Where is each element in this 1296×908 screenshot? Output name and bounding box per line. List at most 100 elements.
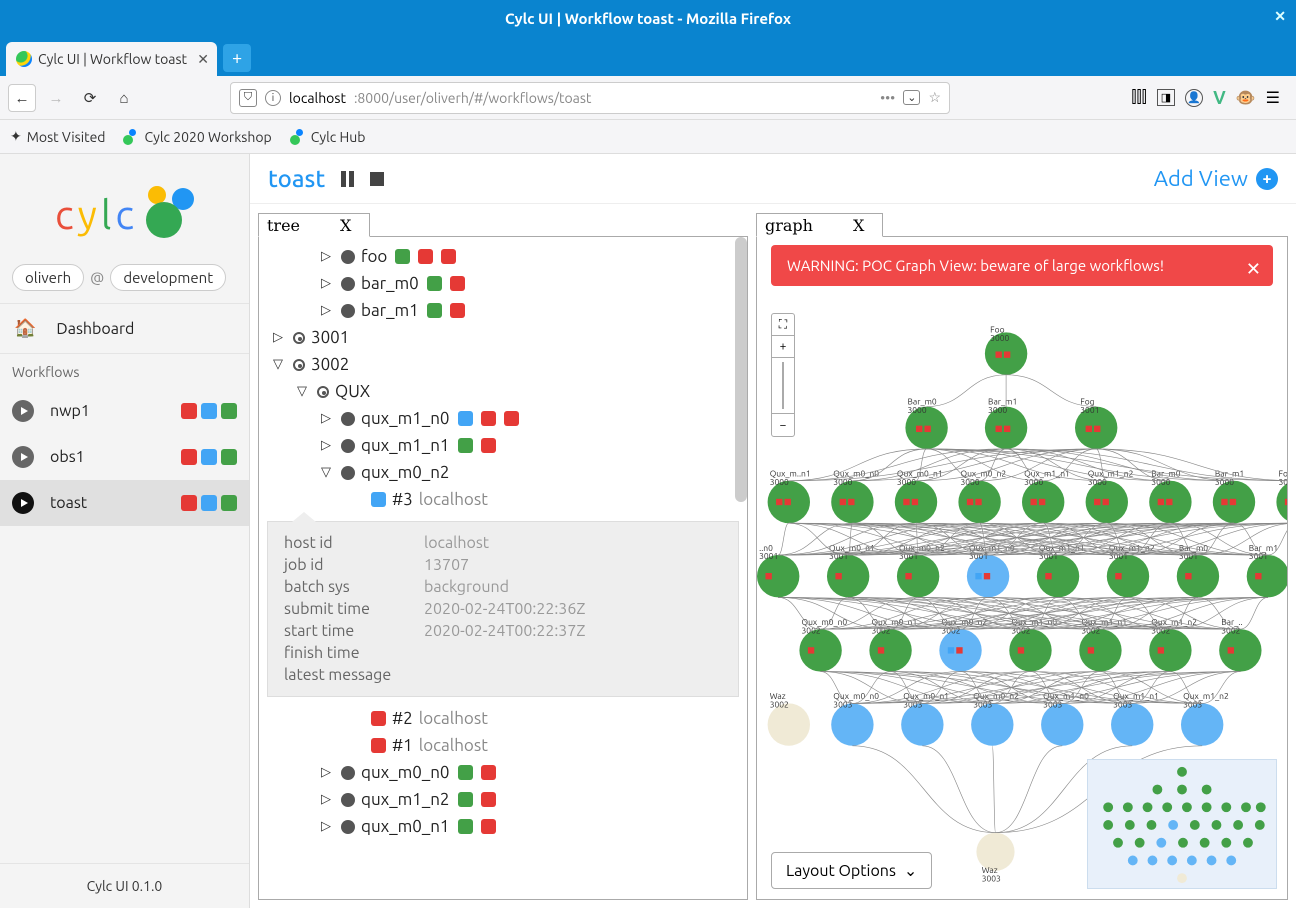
job-status-icon <box>427 276 442 291</box>
zoom-controls[interactable]: ⛶ + − <box>771 313 795 437</box>
reader-icon[interactable]: ⌄ <box>903 90 920 105</box>
tree-row[interactable]: ▷foo <box>267 243 739 270</box>
tree-row[interactable]: ▷qux_m0_n1 <box>267 813 739 840</box>
url-host: localhost <box>289 90 346 106</box>
browser-tab[interactable]: Cylc UI | Workflow toast ✕ <box>6 42 217 76</box>
task-state-icon <box>341 250 355 264</box>
fullscreen-icon[interactable]: ⛶ <box>772 314 794 336</box>
close-warning-icon[interactable]: ✕ <box>1246 259 1261 280</box>
graph-tab[interactable]: graph X <box>756 213 883 237</box>
vue-devtools-icon[interactable]: V <box>1213 88 1226 108</box>
forward-button[interactable]: → <box>42 84 70 112</box>
tree-row[interactable]: #3 localhost <box>267 486 739 513</box>
zoom-out-icon[interactable]: − <box>772 414 794 436</box>
window-close-icon[interactable]: ✕ <box>1274 8 1286 25</box>
graph-body[interactable]: WARNING: POC Graph View: beware of large… <box>757 237 1287 899</box>
expand-icon[interactable]: ▷ <box>321 765 335 780</box>
new-tab-button[interactable]: + <box>223 44 251 72</box>
job-status-icon <box>395 249 410 264</box>
sidebar-item-obs1[interactable]: obs1 <box>0 434 249 480</box>
site-info-icon[interactable]: i <box>265 90 281 106</box>
bookmark-most-visited[interactable]: ✦Most Visited <box>10 128 105 145</box>
job-status-icon <box>450 276 465 291</box>
svg-text:3000: 3000 <box>908 405 927 415</box>
sidebar-icon[interactable]: ◨ <box>1157 89 1175 106</box>
svg-text:3003: 3003 <box>982 873 1001 883</box>
close-panel-icon[interactable]: X <box>340 216 351 235</box>
expand-icon[interactable]: ▷ <box>321 249 335 264</box>
expand-icon[interactable]: ▷ <box>273 330 287 345</box>
graph-minimap[interactable] <box>1087 759 1277 889</box>
job-status-icon <box>458 411 473 426</box>
tree-body[interactable]: ▷foo▷bar_m0▷bar_m1▷3001▽3002▽QUX▷qux_m1_… <box>259 237 747 899</box>
expand-icon[interactable]: ▽ <box>321 465 335 480</box>
task-state-icon <box>341 439 355 453</box>
url-bar[interactable]: ⛉ i localhost:8000/user/oliverh/#/workfl… <box>230 82 950 114</box>
tree-row[interactable]: #1 localhost <box>267 732 739 759</box>
user-pill[interactable]: oliverh <box>12 264 84 291</box>
svg-text:3000: 3000 <box>961 477 980 487</box>
tree-row[interactable]: ▷bar_m0 <box>267 270 739 297</box>
graph-node: Foo3000 <box>1276 469 1287 524</box>
meatball-icon[interactable]: ••• <box>880 90 895 106</box>
tree-row[interactable]: #2 localhost <box>267 705 739 732</box>
sidebar-item-nwp1[interactable]: nwp1 <box>0 388 249 434</box>
graph-node: Qux_m0_n03003 <box>831 691 879 746</box>
home-button[interactable]: ⌂ <box>110 84 138 112</box>
zoom-slider[interactable] <box>772 358 794 414</box>
nav-dashboard[interactable]: 🏠 Dashboard <box>0 303 249 353</box>
pause-button[interactable] <box>341 171 354 187</box>
expand-icon[interactable]: ▷ <box>321 303 335 318</box>
tree-row[interactable]: ▷3001 <box>267 324 739 351</box>
env-pill[interactable]: development <box>110 264 226 291</box>
expand-icon[interactable]: ▷ <box>321 411 335 426</box>
close-panel-icon[interactable]: X <box>853 216 864 235</box>
layout-options-button[interactable]: Layout Options ⌄ <box>771 852 932 889</box>
job-status-icon <box>371 492 386 507</box>
tab-close-icon[interactable]: ✕ <box>197 51 209 68</box>
expand-icon[interactable]: ▽ <box>273 357 287 372</box>
tree-row[interactable]: ▷qux_m1_n0 <box>267 405 739 432</box>
tree-row[interactable]: ▽qux_m0_n2 <box>267 459 739 486</box>
add-view-button[interactable]: Add View + <box>1154 166 1278 191</box>
sidebar-item-toast[interactable]: toast <box>0 480 249 526</box>
tree-row[interactable]: ▷qux_m1_n1 <box>267 432 739 459</box>
svg-text:3000: 3000 <box>1024 477 1043 487</box>
status-squares <box>181 403 237 419</box>
tree-row[interactable]: ▷bar_m1 <box>267 297 739 324</box>
stop-button[interactable] <box>370 172 384 186</box>
tree-row[interactable]: ▷qux_m1_n2 <box>267 786 739 813</box>
library-icon[interactable]: ⫿⫿⫿ <box>1131 88 1146 107</box>
task-detail-tooltip: host idlocalhost job id13707 batch sysba… <box>267 521 739 697</box>
tree-row[interactable]: ▷qux_m0_n0 <box>267 759 739 786</box>
job-status-icon <box>481 819 496 834</box>
graph-node: Bar_m13001 <box>1247 543 1287 598</box>
expand-icon[interactable]: ▷ <box>321 276 335 291</box>
zoom-in-icon[interactable]: + <box>772 336 794 358</box>
chevron-down-icon: ⌄ <box>904 861 917 880</box>
job-status-icon <box>371 711 386 726</box>
bookmark-star-icon[interactable]: ☆ <box>928 89 941 106</box>
menu-icon[interactable]: ☰ <box>1266 88 1280 107</box>
expand-icon[interactable]: ▷ <box>321 819 335 834</box>
reload-button[interactable]: ⟳ <box>76 84 104 112</box>
expand-icon[interactable]: ▽ <box>297 384 311 399</box>
task-state-icon <box>341 793 355 807</box>
favicon-icon <box>16 51 32 67</box>
job-status-icon <box>504 411 519 426</box>
bookmark-cylc-workshop[interactable]: Cylc 2020 Workshop <box>123 129 271 145</box>
account-icon[interactable]: 👤 <box>1185 89 1203 107</box>
tree-row[interactable]: ▽3002 <box>267 351 739 378</box>
expand-icon[interactable]: ▷ <box>321 792 335 807</box>
svg-text:3001: 3001 <box>1249 551 1268 561</box>
tree-row[interactable]: ▽QUX <box>267 378 739 405</box>
shield-icon[interactable]: ⛉ <box>239 89 257 107</box>
bookmark-bar: ✦Most Visited Cylc 2020 Workshop Cylc Hu… <box>0 120 1296 154</box>
svg-text:3000: 3000 <box>988 405 1007 415</box>
extension-icon[interactable]: 🐵 <box>1236 88 1256 107</box>
bookmark-cylc-hub[interactable]: Cylc Hub <box>290 129 366 145</box>
expand-icon[interactable]: ▷ <box>321 438 335 453</box>
scrollbar[interactable] <box>735 237 747 502</box>
tree-tab[interactable]: tree X <box>258 213 370 237</box>
back-button[interactable]: ← <box>8 84 36 112</box>
